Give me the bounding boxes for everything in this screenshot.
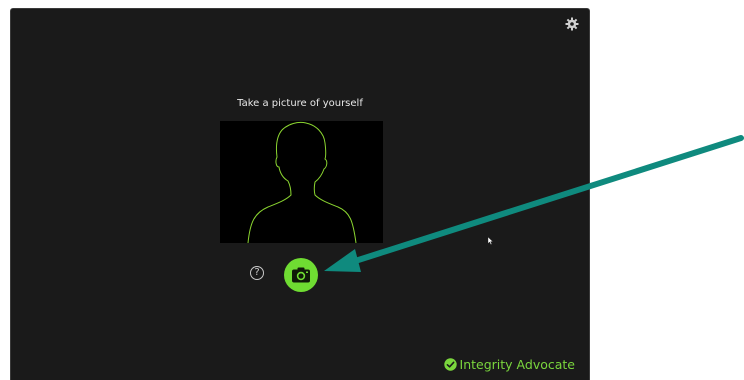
- camera-dialog: Take a picture of yourself ? Integrity A…: [10, 8, 590, 380]
- check-circle-icon: [443, 358, 457, 371]
- prompt-text: Take a picture of yourself: [237, 98, 363, 109]
- camera-preview: [220, 121, 383, 243]
- gear-icon[interactable]: [564, 16, 580, 32]
- mouse-pointer-icon: [487, 232, 494, 250]
- silhouette-guide-icon: [247, 121, 357, 243]
- camera-icon: [292, 267, 310, 283]
- brand-name: Integrity Advocate: [459, 357, 575, 372]
- brand-logo: Integrity Advocate: [443, 357, 575, 372]
- take-picture-button[interactable]: [284, 258, 318, 292]
- screenshot-stage: Take a picture of yourself ? Integrity A…: [0, 0, 744, 380]
- help-icon[interactable]: ?: [250, 266, 264, 280]
